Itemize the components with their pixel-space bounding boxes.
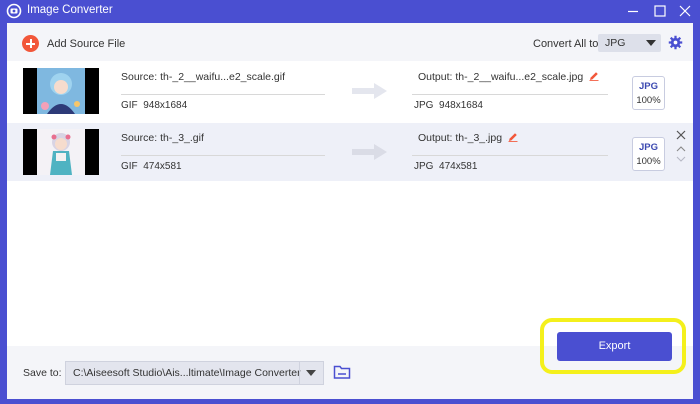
folder-icon[interactable] <box>333 364 351 380</box>
output-format: JPG <box>414 100 434 111</box>
save-path-select[interactable]: C:\Aiseesoft Studio\Ais...ltimate\Image … <box>65 361 324 385</box>
source-dimensions: 948x1684 <box>143 100 188 111</box>
source-filename: Source: th-_3_.gif <box>121 132 204 144</box>
source-format: GIF <box>121 161 138 172</box>
output-format-button[interactable]: JPG 100% <box>632 137 665 171</box>
output-filename-group: Output: th-_2__waifu...e2_scale.jpg <box>418 71 599 83</box>
divider <box>121 155 325 156</box>
edit-pencil-icon[interactable] <box>508 132 518 142</box>
save-to-label: Save to: <box>23 367 62 379</box>
edit-pencil-icon[interactable] <box>589 71 599 81</box>
output-filename: Output: th-_2__waifu...e2_scale.jpg <box>418 71 584 83</box>
divider <box>412 155 608 156</box>
gear-icon[interactable] <box>668 35 683 50</box>
arrow-right-icon <box>352 144 387 160</box>
window-title: Image Converter <box>27 4 113 16</box>
minimize-icon[interactable] <box>624 2 642 20</box>
file-row[interactable]: Source: th-_2__waifu...e2_scale.gif GIF … <box>7 62 693 120</box>
output-format-button[interactable]: JPG 100% <box>632 76 665 110</box>
source-info: GIF 948x1684 <box>121 100 187 111</box>
output-dimensions: 948x1684 <box>439 100 483 111</box>
source-format: GIF <box>121 100 138 111</box>
convert-all-format-select[interactable]: JPG <box>598 34 661 52</box>
divider <box>121 94 325 95</box>
app-logo-icon <box>6 3 22 19</box>
output-info: JPG 948x1684 <box>414 100 483 111</box>
output-format: JPG <box>414 161 434 172</box>
output-quality: 100% <box>636 95 661 106</box>
toolbar: Add Source File Convert All to: JPG <box>7 23 693 61</box>
convert-all-format-value: JPG <box>605 37 626 49</box>
maximize-icon[interactable] <box>651 2 669 20</box>
source-filename: Source: th-_2__waifu...e2_scale.gif <box>121 71 286 83</box>
output-info: JPG 474x581 <box>414 161 477 172</box>
file-thumbnail <box>23 129 99 175</box>
chevron-up-icon[interactable] <box>675 145 687 153</box>
convert-all-label: Convert All to: <box>533 38 602 50</box>
output-filename-group: Output: th-_3_.jpg <box>418 132 518 144</box>
output-format-badge: JPG <box>638 81 658 92</box>
output-quality: 100% <box>636 156 661 167</box>
export-button[interactable]: Export <box>557 332 672 361</box>
remove-file-icon[interactable] <box>675 129 687 141</box>
title-bar: Image Converter <box>0 0 700 22</box>
output-format-badge: JPG <box>638 142 658 153</box>
output-dimensions: 474x581 <box>439 161 478 172</box>
add-source-file-button[interactable]: Add Source File <box>47 38 125 50</box>
chevron-down-icon <box>646 40 656 46</box>
arrow-right-icon <box>352 83 387 99</box>
divider <box>299 362 300 384</box>
add-source-icon[interactable] <box>22 35 39 52</box>
chevron-down-icon[interactable] <box>675 155 687 163</box>
output-filename: Output: th-_3_.jpg <box>418 132 503 144</box>
source-info: GIF 474x581 <box>121 161 182 172</box>
file-row[interactable]: Source: th-_3_.gif GIF 474x581 Output: t… <box>7 123 693 181</box>
source-dimensions: 474x581 <box>143 161 182 172</box>
divider <box>412 94 608 95</box>
chevron-down-icon[interactable] <box>306 370 316 376</box>
file-thumbnail <box>23 68 99 114</box>
close-icon[interactable] <box>676 2 694 20</box>
save-path-value: C:\Aiseesoft Studio\Ais...ltimate\Image … <box>73 367 301 379</box>
